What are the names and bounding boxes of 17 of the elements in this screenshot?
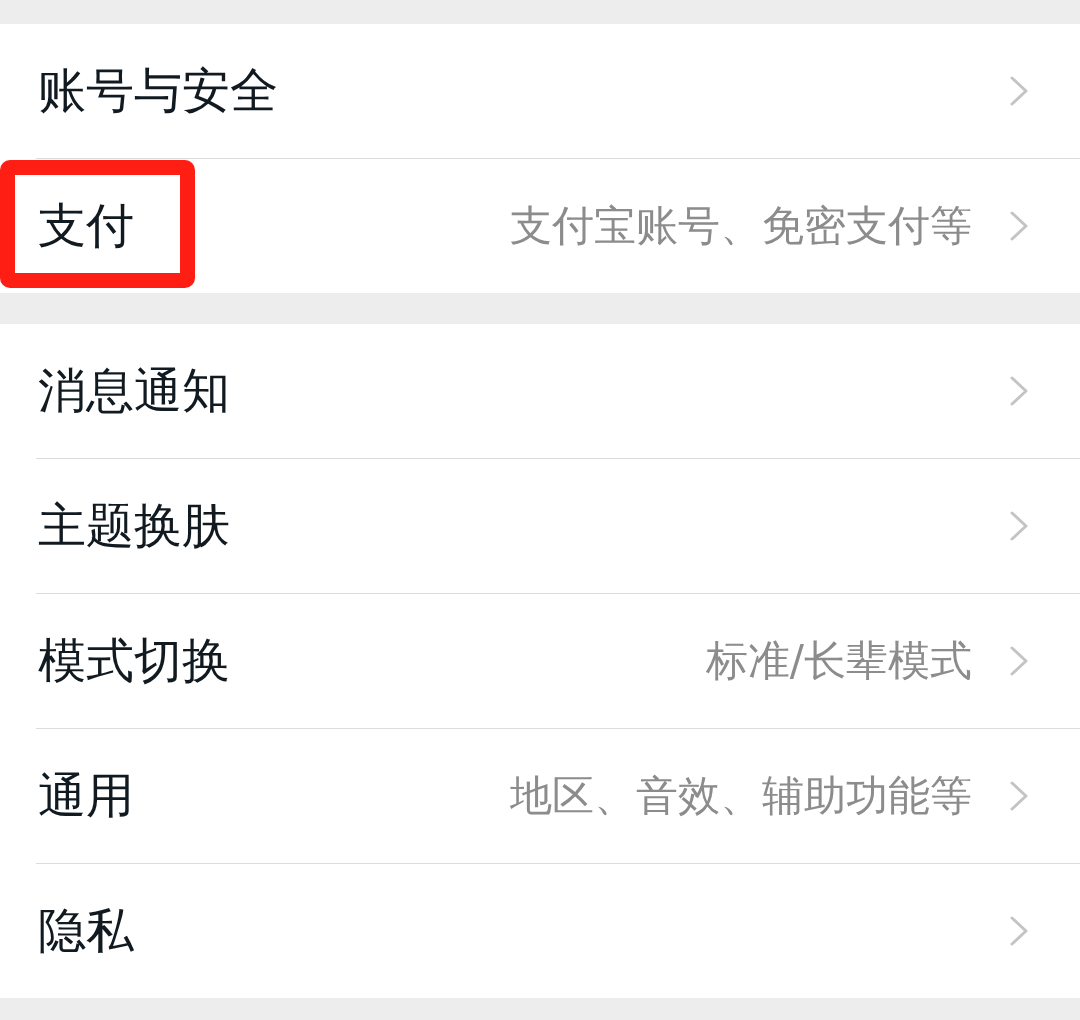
- chevron-right-icon: [1010, 781, 1028, 811]
- row-label: 主题换肤: [38, 496, 230, 555]
- row-label: 模式切换: [38, 631, 230, 690]
- row-value: 地区、音效、辅助功能等: [510, 770, 972, 822]
- row-label: 账号与安全: [38, 61, 278, 120]
- row-value: 支付宝账号、免密支付等: [510, 200, 972, 252]
- chevron-right-icon: [1010, 916, 1028, 946]
- row-label: 消息通知: [38, 361, 230, 420]
- row-label: 支付: [38, 196, 134, 255]
- chevron-right-icon: [1010, 76, 1028, 106]
- chevron-right-icon: [1010, 376, 1028, 406]
- row-label: 隐私: [38, 901, 134, 960]
- chevron-right-icon: [1010, 511, 1028, 541]
- row-label: 通用: [38, 766, 134, 825]
- row-value: 标准/长辈模式: [705, 635, 972, 687]
- chevron-right-icon: [1010, 211, 1028, 241]
- chevron-right-icon: [1010, 646, 1028, 676]
